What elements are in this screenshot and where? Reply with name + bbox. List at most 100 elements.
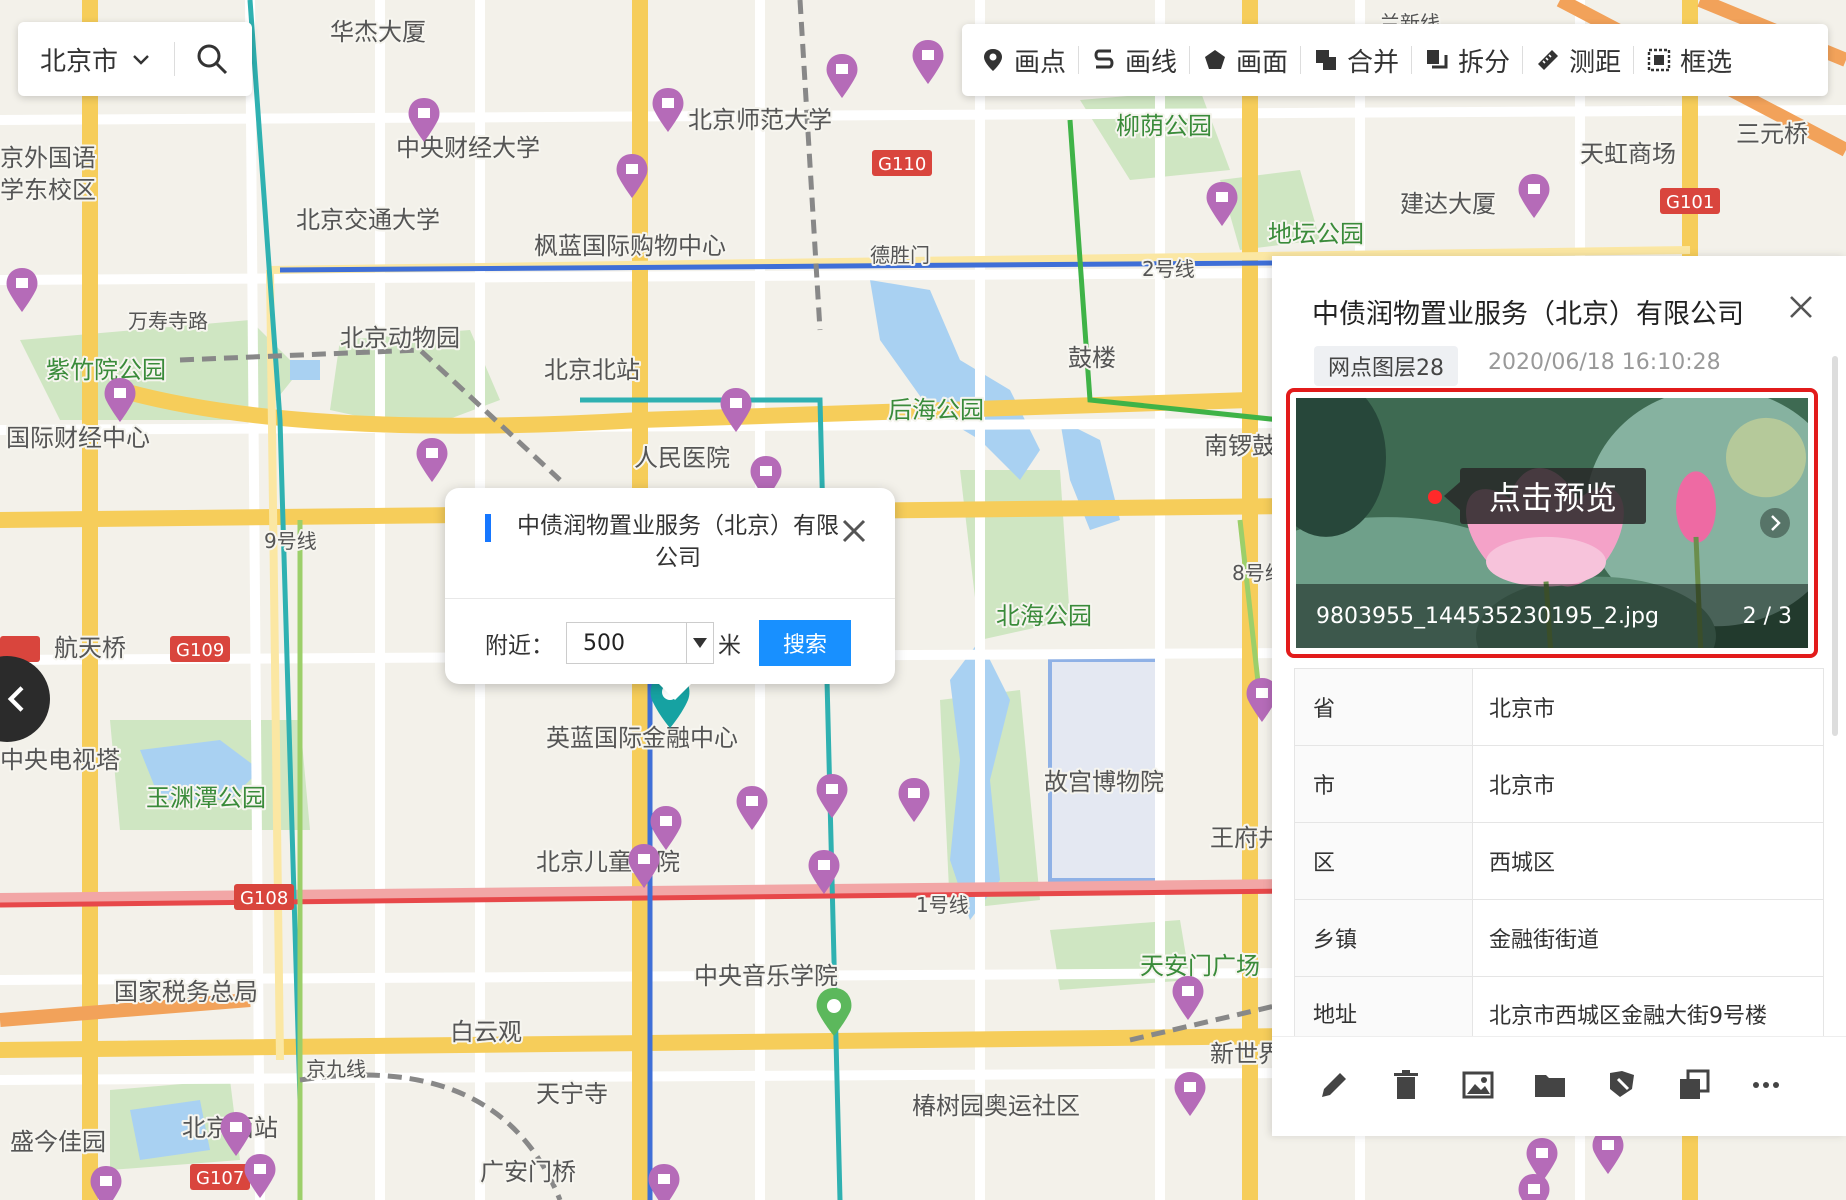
map-popup: 中债润物置业服务（北京）有限公司 附近： 500 米 搜索 [445,488,895,700]
svg-text:9号线: 9号线 [264,529,317,553]
svg-text:G109: G109 [176,640,224,661]
table-row: 区 西城区 [1294,822,1824,900]
more-button[interactable] [1748,1067,1788,1107]
popup-accent-bar [485,514,491,542]
attr-key: 市 [1294,745,1473,823]
tool-merge[interactable]: 合并 [1301,40,1411,80]
svg-text:中央音乐学院: 中央音乐学院 [694,962,838,990]
nearby-search-row: 附近： 500 米 搜索 [485,620,851,666]
city-name: 北京市 [40,46,119,77]
popup-title: 中债润物置业服务（北京）有限公司 [517,513,839,571]
polygon-icon [1205,50,1226,69]
search-button[interactable]: 搜索 [759,620,851,666]
svg-text:G101: G101 [1666,192,1714,213]
attr-value: 金融街街道 [1472,899,1824,977]
annotation-dot [1428,490,1442,504]
action-bar [1272,1036,1846,1136]
attr-value: 西城区 [1472,822,1824,900]
lotus-photo[interactable]: 点击预览 9803955_144535230195_2.jpg 2 / 3 [1296,398,1808,648]
table-row: 市 北京市 [1294,745,1824,823]
svg-text:三元桥: 三元桥 [1736,120,1808,148]
svg-text:国家税务总局: 国家税务总局 [114,978,258,1006]
svg-text:学东校区: 学东校区 [0,176,96,204]
timestamp: 2020/06/18 16:10:28 [1488,350,1721,375]
svg-text:天虹商场: 天虹商场 [1580,140,1676,168]
attr-key: 乡镇 [1294,899,1473,977]
tool-draw-polygon[interactable]: 画面 [1190,40,1300,80]
svg-text:航天桥: 航天桥 [54,634,126,662]
tool-label: 画面 [1236,47,1289,78]
map-pick-button[interactable] [1604,1067,1644,1107]
image-icon [1462,1071,1494,1098]
svg-text:盛今佳园: 盛今佳园 [10,1128,106,1156]
tool-draw-point[interactable]: 画点 [968,40,1078,80]
pick-icon [1610,1070,1634,1097]
svg-text:人民医院: 人民医院 [634,444,730,472]
city-selector[interactable]: 北京市 [18,22,252,96]
split-icon [1427,50,1448,69]
svg-text:白云观: 白云观 [450,1018,522,1046]
tool-label: 测距 [1569,47,1622,78]
distance-input[interactable]: 500 [566,622,714,664]
image-gallery[interactable]: 点击预览 9803955_144535230195_2.jpg 2 / 3 [1286,388,1818,658]
image-button[interactable] [1460,1067,1500,1107]
tool-draw-line[interactable]: 画线 [1079,40,1189,80]
chevron-right-icon[interactable] [1760,508,1790,538]
svg-text:英蓝国际金融中心: 英蓝国际金融中心 [546,724,738,752]
caret-down-icon[interactable] [686,623,713,663]
tool-label: 画点 [1014,47,1067,78]
tool-box-select[interactable]: 框选 [1634,40,1744,80]
svg-text:京九线: 京九线 [306,1057,366,1081]
svg-text:华杰大厦: 华杰大厦 [330,18,426,46]
attr-value: 北京市 [1472,745,1824,823]
attribute-table: 省 北京市 市 北京市 区 西城区 乡镇 金融街街道 地址 北京市西城区金融大街… [1294,668,1824,1071]
attr-key: 区 [1294,822,1473,900]
close-icon[interactable] [1786,292,1816,322]
chevron-left-icon [7,686,24,712]
svg-text:北京交通大学: 北京交通大学 [296,206,440,234]
layer-badge: 网点图层28 [1314,346,1458,386]
folder-button[interactable] [1532,1067,1572,1107]
table-row: 乡镇 金融街街道 [1294,899,1824,977]
tool-label: 合并 [1347,47,1400,78]
svg-text:德胜门: 德胜门 [870,243,930,267]
svg-text:柳荫公园: 柳荫公园 [1116,112,1212,140]
point-icon [984,49,1002,71]
svg-text:万寿寺路: 万寿寺路 [128,309,208,333]
delete-button[interactable] [1388,1067,1428,1107]
svg-text:北京师范大学: 北京师范大学 [688,106,832,134]
svg-text:北海公园: 北海公园 [996,602,1092,630]
svg-text:故宫博物院: 故宫博物院 [1044,768,1164,796]
preview-tooltip[interactable]: 点击预览 [1444,468,1646,524]
svg-text:玉渊潭公园: 玉渊潭公园 [146,784,266,812]
folder-icon [1535,1074,1565,1097]
search-icon[interactable] [195,42,229,76]
image-index: 2 / 3 [1742,603,1792,629]
box-select-icon [1647,48,1671,72]
line-icon [1094,49,1114,69]
divider [445,598,895,599]
copy-button[interactable] [1676,1067,1716,1107]
tool-label: 框选 [1680,47,1733,78]
tool-label: 拆分 [1458,47,1511,78]
tool-split[interactable]: 拆分 [1412,40,1522,80]
svg-text:1号线: 1号线 [916,893,969,917]
divider [174,42,176,76]
edit-button[interactable] [1316,1067,1356,1107]
nearby-label: 附近： [485,633,554,659]
svg-text:中央财经大学: 中央财经大学 [396,134,540,162]
svg-text:南锣鼓: 南锣鼓 [1204,432,1276,460]
svg-text:天宁寺: 天宁寺 [536,1080,608,1108]
pencil-icon [1322,1072,1346,1097]
svg-text:建达大厦: 建达大厦 [1400,190,1496,218]
svg-text:2号线: 2号线 [1142,257,1195,281]
chevron-down-icon[interactable] [130,48,152,70]
image-caption: 9803955_144535230195_2.jpg 2 / 3 [1296,584,1808,648]
distance-value: 500 [583,630,625,656]
scrollbar[interactable] [1832,356,1838,736]
copy-icon [1680,1069,1710,1099]
tool-measure[interactable]: 测距 [1523,40,1633,80]
close-icon[interactable] [839,516,869,546]
image-filename: 9803955_144535230195_2.jpg [1316,603,1659,629]
more-icon [1753,1081,1779,1088]
